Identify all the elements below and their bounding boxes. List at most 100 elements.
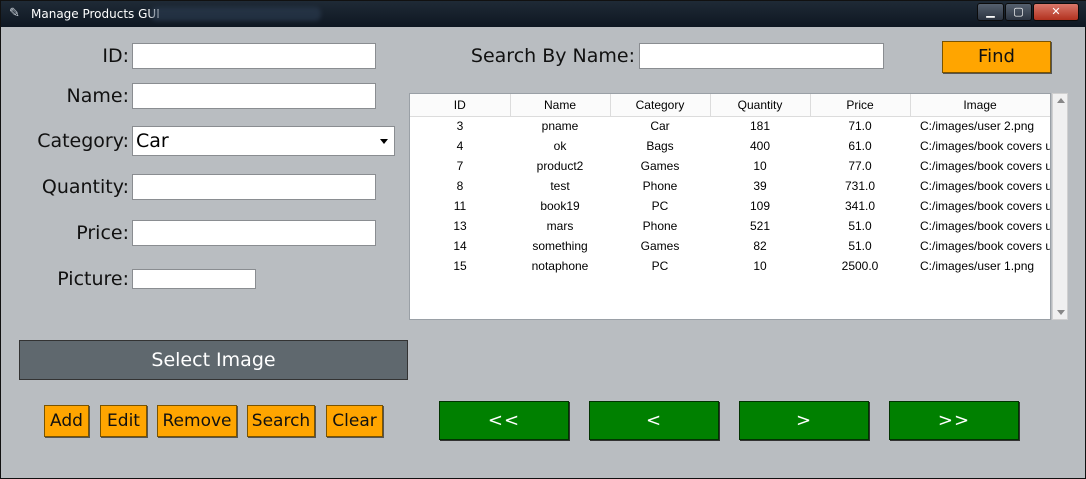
table-cell-image: C:/images/user 2.png bbox=[920, 119, 1035, 134]
table-cell-price: 2500.0 bbox=[841, 259, 879, 273]
table-cell-category: Phone bbox=[642, 179, 678, 193]
table-cell-name: notaphone bbox=[531, 259, 589, 273]
chevron-down-icon[interactable] bbox=[380, 139, 388, 144]
table-cell-category: Bags bbox=[646, 139, 674, 153]
previous-page-button[interactable]: < bbox=[589, 401, 719, 440]
id-label: ID: bbox=[102, 45, 129, 67]
table-cell-image: C:/images/book covers u bbox=[920, 179, 1050, 193]
close-button[interactable]: ✕ bbox=[1033, 3, 1079, 21]
table-cell-category: Games bbox=[640, 159, 680, 173]
id-field[interactable] bbox=[132, 43, 376, 69]
select-image-button[interactable]: Select Image bbox=[19, 340, 408, 380]
table-cell-price: 71.0 bbox=[848, 119, 872, 134]
table-cell-id: 14 bbox=[453, 239, 467, 253]
table-row[interactable]: 8 test Phone 39 731.0 C:/images/book covers u bbox=[410, 176, 1050, 196]
table-scrollbar[interactable] bbox=[1052, 93, 1068, 320]
app-window: ✎ Manage Products GUI ▁ ▢ ✕ ID: Name: Ca… bbox=[0, 0, 1086, 479]
edit-button[interactable]: Edit bbox=[100, 405, 147, 437]
table-cell-name: pname bbox=[541, 119, 579, 134]
price-label: Price: bbox=[76, 222, 129, 244]
table-cell-quantity: 109 bbox=[749, 199, 771, 213]
column-header-category[interactable]: Category bbox=[610, 94, 711, 117]
table-row[interactable]: 13 mars Phone 521 51.0 C:/images/book covers … bbox=[410, 216, 1050, 236]
table-cell-image: C:/images/book covers u bbox=[920, 199, 1050, 213]
price-field[interactable] bbox=[132, 220, 376, 246]
category-select[interactable]: Car bbox=[132, 126, 395, 156]
table-cell-quantity: 400 bbox=[749, 139, 771, 153]
table-cell-quantity: 10 bbox=[753, 159, 767, 173]
table-cell-id: 15 bbox=[453, 259, 467, 273]
table-cell-category: PC bbox=[651, 259, 669, 273]
scroll-down-icon[interactable] bbox=[1057, 310, 1065, 315]
table-cell-name: mars bbox=[546, 219, 574, 233]
table-cell-image: C:/images/book covers u bbox=[920, 159, 1050, 173]
table-cell-price: 341.0 bbox=[844, 199, 876, 213]
table-cell-id: 13 bbox=[453, 219, 467, 233]
feather-icon: ✎ bbox=[9, 6, 20, 21]
table-row[interactable]: 11 book19 PC 109 341.0 C:/images/book covers … bbox=[410, 196, 1050, 216]
add-button[interactable]: Add bbox=[44, 405, 89, 437]
name-label: Name: bbox=[66, 85, 129, 107]
clear-button[interactable]: Clear bbox=[326, 405, 383, 437]
table-cell-id: 11 bbox=[453, 199, 467, 213]
table-cell-category: Car bbox=[650, 119, 670, 134]
table-cell-id: 7 bbox=[456, 159, 464, 173]
maximize-button[interactable]: ▢ bbox=[1005, 3, 1032, 21]
table-cell-quantity: 39 bbox=[753, 179, 767, 193]
table-cell-price: 51.0 bbox=[848, 219, 872, 233]
last-page-button[interactable]: >> bbox=[889, 401, 1019, 440]
first-page-button[interactable]: << bbox=[439, 401, 569, 440]
table-cell-name: book19 bbox=[540, 199, 580, 213]
table-cell-price: 731.0 bbox=[844, 179, 876, 193]
table-cell-name: something bbox=[532, 239, 588, 253]
window-title: Manage Products GUI bbox=[31, 7, 160, 21]
table-cell-id: 8 bbox=[456, 179, 464, 193]
table-row[interactable]: 4 ok Bags 400 61.0 C:/images/book covers u bbox=[410, 136, 1050, 156]
table-cell-image: C:/images/user 1.png bbox=[920, 259, 1035, 273]
search-input[interactable] bbox=[639, 43, 884, 69]
search-button[interactable]: Search bbox=[247, 405, 315, 437]
column-header-name[interactable]: Name bbox=[510, 94, 611, 117]
table-cell-image: C:/images/book covers u bbox=[920, 219, 1050, 233]
table-cell-quantity: 82 bbox=[753, 239, 767, 253]
table-header: ID Name Category Quantity Price Image bbox=[410, 94, 1050, 117]
column-header-price[interactable]: Price bbox=[810, 94, 911, 117]
table-cell-price: 77.0 bbox=[848, 159, 872, 173]
column-header-image[interactable]: Image bbox=[910, 94, 1050, 117]
scroll-up-icon[interactable] bbox=[1057, 98, 1065, 103]
column-header-quantity[interactable]: Quantity bbox=[710, 94, 811, 117]
minimize-button[interactable]: ▁ bbox=[977, 3, 1004, 21]
picture-label: Picture: bbox=[57, 268, 129, 290]
table-cell-image: C:/images/book covers u bbox=[920, 239, 1050, 253]
quantity-field[interactable] bbox=[132, 174, 376, 200]
find-button[interactable]: Find bbox=[942, 41, 1051, 73]
picture-field[interactable] bbox=[132, 269, 256, 289]
column-header-id[interactable]: ID bbox=[410, 94, 511, 117]
table-cell-category: Games bbox=[640, 239, 680, 253]
table-cell-price: 61.0 bbox=[848, 139, 872, 153]
remove-button[interactable]: Remove bbox=[157, 405, 237, 437]
table-cell-id: 4 bbox=[456, 139, 464, 153]
table-cell-category: Phone bbox=[642, 219, 678, 233]
table-cell-quantity: 521 bbox=[749, 219, 771, 233]
table-row[interactable]: 3 pname Car 181 71.0 C:/images/user 2.png bbox=[410, 116, 1050, 136]
quantity-label: Quantity: bbox=[41, 176, 129, 198]
name-field[interactable] bbox=[132, 83, 376, 109]
search-by-name-label: Search By Name: bbox=[470, 45, 635, 67]
table-row[interactable]: 14 something Games 82 51.0 C:/images/book cov… bbox=[410, 236, 1050, 256]
products-table[interactable]: ID Name Category Quantity Price Image 3 p… bbox=[409, 93, 1051, 320]
table-cell-quantity: 10 bbox=[753, 259, 767, 273]
table-cell-id: 3 bbox=[456, 119, 464, 134]
table-cell-name: ok bbox=[553, 139, 567, 153]
table-cell-quantity: 181 bbox=[749, 119, 771, 134]
table-row[interactable]: 15 notaphone PC 10 2500.0 C:/images/user 1.pn… bbox=[410, 256, 1050, 276]
table-cell-category: PC bbox=[651, 199, 669, 213]
table-cell-image: C:/images/book covers u bbox=[920, 139, 1050, 153]
category-label: Category: bbox=[37, 130, 129, 152]
table-cell-name: product2 bbox=[536, 159, 584, 173]
next-page-button[interactable]: > bbox=[739, 401, 869, 440]
table-cell-price: 51.0 bbox=[848, 239, 872, 253]
blurred-overlay bbox=[151, 7, 321, 21]
title-bar: ✎ Manage Products GUI ▁ ▢ ✕ bbox=[1, 1, 1086, 27]
table-row[interactable]: 7 product2 Games 10 77.0 C:/images/book cover… bbox=[410, 156, 1050, 176]
